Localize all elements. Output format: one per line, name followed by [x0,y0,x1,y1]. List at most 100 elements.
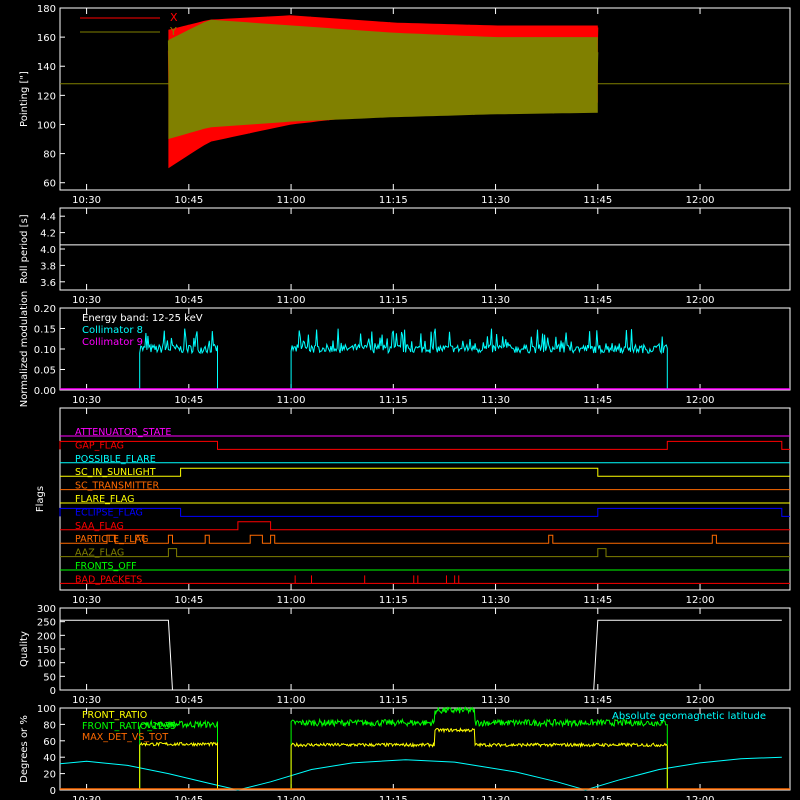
y-tick-label: 0.20 [34,304,56,315]
x-tick-label: 11:30 [481,195,510,206]
y-tick-label: 200 [37,631,56,642]
y-tick-label: 0.05 [34,366,56,377]
x-tick-label: 11:15 [379,195,408,206]
y-tick-label: 3.6 [40,278,56,289]
y-tick-label: 4.2 [40,229,56,240]
flag-label: GAP_FLAG [75,440,124,451]
x-tick-label: 11:15 [379,395,408,406]
x-tick-label: 10:45 [174,795,203,800]
x-tick-label: 12:00 [686,295,715,306]
x-tick-label: 11:00 [277,695,306,706]
y-tick-label: 100 [37,120,56,131]
x-tick-label: 11:00 [277,595,306,606]
y-tick-label: 0.15 [34,325,56,336]
legend-title: Energy band: 12-25 keV [82,313,203,324]
y-tick-label: 150 [37,645,56,656]
x-tick-label: 10:30 [72,695,101,706]
front-ratio-segment [290,727,668,790]
x-tick-label: 11:45 [583,695,612,706]
flag-trace [59,440,790,450]
x-tick-label: 11:15 [379,695,408,706]
flag-trace [60,467,790,477]
x-tick-label: 11:45 [583,295,612,306]
flag-trace [60,548,790,558]
x-tick-label: 11:30 [481,695,510,706]
x-tick-label: 12:00 [686,595,715,606]
y-tick-label: 60 [43,179,56,190]
x-tick-label: 11:00 [277,395,306,406]
x-tick-label: 11:15 [379,795,408,800]
x-tick-label: 10:45 [174,395,203,406]
legend-label-x: X [170,11,178,24]
x-tick-label: 11:15 [379,295,408,306]
x-tick-label: 12:00 [686,795,715,800]
y-axis-label: Normalized modulation [19,291,30,408]
y-tick-label: 120 [37,91,56,102]
x-tick-label: 11:00 [277,295,306,306]
y-tick-label: 3.8 [40,261,56,272]
x-tick-label: 11:30 [481,795,510,800]
y-tick-label: 40 [43,753,56,764]
x-tick-label: 10:45 [174,295,203,306]
y-tick-label: 140 [37,62,56,73]
y-tick-label: 4.0 [40,245,56,256]
x-tick-label: 10:45 [174,595,203,606]
y-tick-label: 0 [50,786,56,797]
x-tick-label: 12:00 [686,195,715,206]
x-tick-label: 11:00 [277,195,306,206]
x-tick-label: 11:45 [583,595,612,606]
rhessi-quicklook-figure: 10:30 10:45 11:00 11:15 11:30 11:45 12:00 10:30… [19,4,791,800]
y-tick-label: 250 [37,618,56,629]
y-tick-label: 100 [37,704,56,715]
panel-1-frame [59,207,791,291]
quality-line [60,619,782,691]
x-tick-label: 12:00 [686,695,715,706]
x-tick-label: 11:30 [481,395,510,406]
legend-label: FRONT_RATIO [82,710,147,721]
y-tick-label: 300 [37,604,56,615]
legend-label: MAX_DET_VS_TOT [82,732,168,743]
x-tick-label: 10:30 [72,395,101,406]
x-tick-label: 11:30 [481,295,510,306]
collimator-8-segment [290,328,668,390]
y-tick-label: 60 [43,737,56,748]
legend-collimator-8: Collimator 8 [82,325,143,336]
flag-trace [60,534,790,544]
y-axis-label: Pointing ["] [19,71,30,127]
y-tick-label: 180 [37,4,56,15]
y-tick-label: 80 [43,150,56,161]
x-tick-label: 11:15 [379,595,408,606]
y-tick-label: 80 [43,720,56,731]
x-tick-label: 10:30 [72,595,101,606]
y-tick-label: 4.4 [40,212,56,223]
y-axis-label: Roll period [s] [19,214,30,283]
y-tick-label: 20 [43,770,56,781]
x-tick-label: 12:00 [686,395,715,406]
x-tick-label: 10:30 [72,295,101,306]
y-tick-label: 0.10 [34,345,56,356]
flag-trace [59,507,790,517]
x-tick-label: 11:45 [583,395,612,406]
legend-label: FRONT_RATIO_1235 [82,721,176,732]
x-tick-label: 10:30 [72,795,101,800]
y-tick-label: 0.00 [34,386,56,397]
x-tick-label: 11:45 [583,795,612,800]
x-tick-label: 10:45 [174,195,203,206]
x-tick-label: 11:45 [583,195,612,206]
x-tick-label: 10:30 [72,195,101,206]
y-tick-label: 0 [50,686,56,697]
y-axis-label: Quality [19,631,30,667]
legend-collimator-9: Collimator 9 [82,337,143,348]
x-tick-label: 10:45 [174,695,203,706]
x-tick-label: 11:30 [481,595,510,606]
y-tick-label: 100 [37,659,56,670]
geomagnetic-latitude-line [59,756,782,791]
collimator-8-segment [139,328,218,390]
y-tick-label: 160 [37,33,56,44]
legend-label-y: Y [169,25,177,38]
front-ratio-1235-segment [290,706,668,790]
flag-trace [60,521,790,531]
y-axis-label: Flags [35,486,46,512]
legend-geomagnetic-latitude: Absolute geomagnetic latitude [612,711,766,722]
y-tick-label: 50 [43,672,56,683]
